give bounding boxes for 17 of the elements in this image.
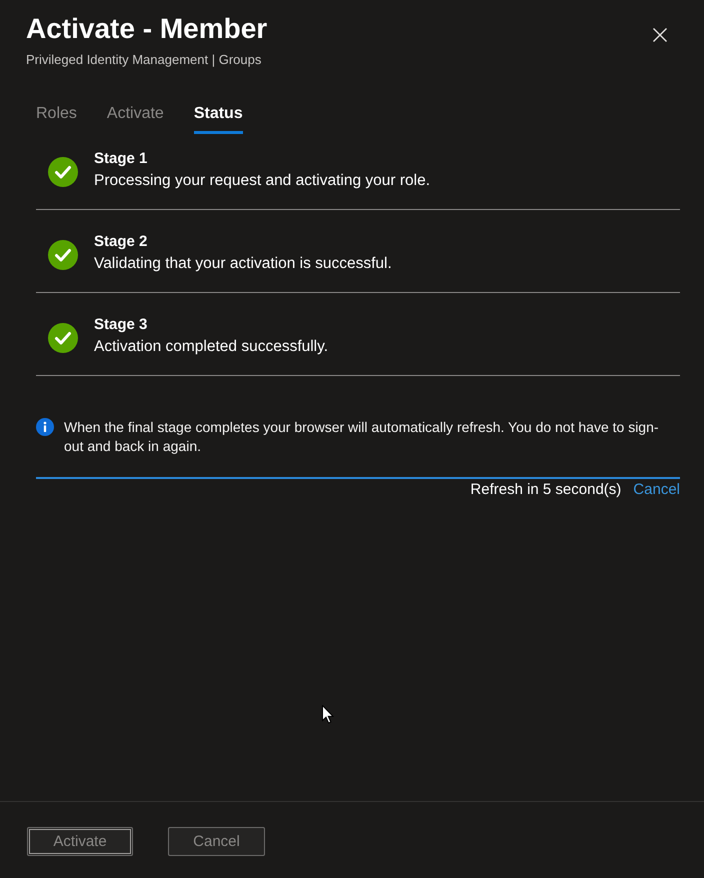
tab[interactable]: Activate <box>106 104 164 134</box>
stage-title: Stage 3 <box>94 315 148 335</box>
cancel-link[interactable]: Cancel <box>633 480 680 500</box>
panel-title: Activate - Member <box>26 12 268 46</box>
stage-title: Stage 2 <box>94 232 148 252</box>
mouse-pointer-icon <box>322 705 334 724</box>
tab[interactable]: Roles <box>36 104 77 134</box>
tab[interactable]: Status <box>194 104 243 134</box>
info-icon <box>36 418 54 436</box>
info-message: When the final stage completes your browser will automatically refresh. You do not have to sign-out and back in again. <box>64 418 660 456</box>
close-icon <box>653 28 667 42</box>
refresh-countdown-text: Refresh in 5 second(s) <box>470 480 622 500</box>
panel-subtitle: Privileged Identity Management | Groups <box>26 51 262 68</box>
stage-title: Stage 1 <box>94 149 148 169</box>
stage-description: Activation completed successfully. <box>94 337 328 357</box>
stage-description: Validating that your activation is successful. <box>94 254 392 274</box>
stage-description: Processing your request and activating your role. <box>94 171 430 191</box>
